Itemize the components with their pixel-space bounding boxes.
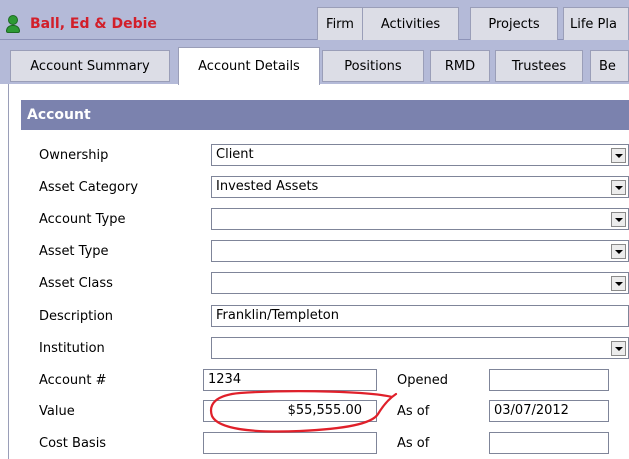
- institution-label: Institution: [39, 341, 105, 356]
- ownership-label: Ownership: [39, 148, 109, 163]
- value-as-of-label: As of: [397, 404, 430, 419]
- chevron-down-icon[interactable]: [611, 212, 626, 227]
- ownership-select[interactable]: Client: [211, 144, 629, 166]
- section-header: Account: [21, 100, 629, 130]
- opened-label: Opened: [397, 373, 448, 388]
- tab-trustees[interactable]: Trustees: [495, 50, 583, 82]
- cost-basis-as-of-date-input[interactable]: [489, 432, 609, 454]
- asset-class-select[interactable]: [211, 272, 629, 294]
- account-details-pane: Account Ownership Client Asset Category …: [8, 84, 629, 459]
- asset-category-value: Invested Assets: [216, 179, 319, 194]
- asset-category-select[interactable]: Invested Assets: [211, 176, 629, 198]
- tab-firm[interactable]: Firm: [317, 7, 363, 40]
- person-icon: [6, 14, 20, 33]
- opened-date-input[interactable]: [489, 369, 609, 391]
- asset-category-label: Asset Category: [39, 180, 139, 195]
- description-input[interactable]: Franklin/Templeton: [211, 305, 629, 327]
- tab-positions[interactable]: Positions: [322, 50, 424, 82]
- chevron-down-icon[interactable]: [611, 148, 626, 163]
- client-header-bar: Ball, Ed & Debie Firm Activities Project…: [0, 0, 629, 40]
- account-type-label: Account Type: [39, 212, 126, 227]
- cost-basis-label: Cost Basis: [39, 436, 107, 451]
- tab-account-details[interactable]: Account Details: [178, 47, 320, 85]
- tab-account-summary[interactable]: Account Summary: [10, 50, 170, 82]
- institution-select[interactable]: [211, 337, 629, 359]
- account-number-input[interactable]: 1234: [203, 369, 377, 391]
- ownership-value: Client: [216, 147, 254, 162]
- value-label: Value: [39, 404, 75, 419]
- tab-beneficiaries[interactable]: Be: [590, 50, 629, 82]
- tab-life-plan[interactable]: Life Pla: [563, 7, 629, 40]
- chevron-down-icon[interactable]: [611, 341, 626, 356]
- asset-class-label: Asset Class: [39, 276, 113, 291]
- description-label: Description: [39, 309, 114, 324]
- client-title: Ball, Ed & Debie: [0, 7, 311, 40]
- account-type-select[interactable]: [211, 208, 629, 230]
- tab-rmd[interactable]: RMD: [430, 50, 490, 82]
- account-subtabs: Account Summary Account Details Position…: [0, 40, 629, 85]
- cost-basis-input[interactable]: [203, 432, 377, 454]
- value-as-of-date-input[interactable]: 03/07/2012: [489, 400, 609, 422]
- asset-type-select[interactable]: [211, 240, 629, 262]
- chevron-down-icon[interactable]: [611, 244, 626, 259]
- value-input[interactable]: $55,555.00: [203, 400, 377, 422]
- asset-type-label: Asset Type: [39, 244, 109, 259]
- chevron-down-icon[interactable]: [611, 276, 626, 291]
- tab-projects[interactable]: Projects: [470, 7, 558, 40]
- cost-basis-as-of-label: As of: [397, 436, 430, 451]
- client-name: Ball, Ed & Debie: [30, 15, 157, 32]
- tab-activities[interactable]: Activities: [362, 7, 459, 40]
- chevron-down-icon[interactable]: [611, 180, 626, 195]
- account-number-label: Account #: [39, 373, 107, 388]
